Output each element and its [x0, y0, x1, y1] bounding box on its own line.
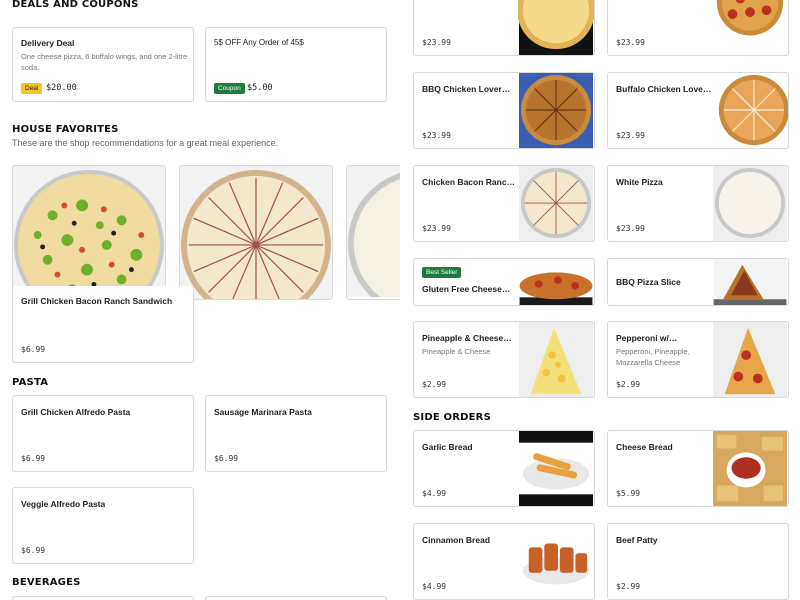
side-price: $2.99 [616, 582, 641, 591]
pizza-title: Pepperoni w/… [616, 333, 678, 343]
coupon-badge: Coupon [214, 83, 245, 94]
pizza-card[interactable]: Pineapple & Cheese… Pineapple & Cheese $… [413, 321, 595, 398]
pizza-thumbnail [518, 322, 594, 397]
side-price: $4.99 [422, 582, 447, 591]
pizza-title: Buffalo Chicken Love… [616, 84, 712, 94]
side-card[interactable]: Garlic Bread $4.99 [413, 430, 595, 507]
pizza-price: $23.99 [616, 131, 645, 140]
pasta-card[interactable]: Grill Chicken Alfredo Pasta $6.99 [12, 395, 194, 472]
pizza-card[interactable]: Best Seller Gluten Free Cheese… [413, 258, 595, 306]
side-thumbnail [518, 431, 594, 506]
pizza-description: Pepperoni, Pineapple, Mozzarella Cheese [616, 347, 690, 367]
pizza-title: BBQ Chicken Lover… [422, 84, 511, 94]
left-column: DEALS AND COUPONS Delivery Deal One chee… [0, 0, 400, 600]
side-title: Garlic Bread [422, 442, 473, 452]
section-title-sides: SIDE ORDERS [413, 412, 491, 423]
coupon-price: $5.00 [247, 83, 273, 93]
side-title: Beef Patty [616, 535, 658, 545]
side-thumbnail [712, 431, 788, 506]
favorite-image-card[interactable] [179, 165, 333, 300]
pizza-title: Chicken Bacon Ranc… [422, 177, 516, 187]
deal-card-delivery[interactable]: Delivery Deal One cheese pizza, 6 buffal… [12, 27, 194, 102]
section-title-favorites: HOUSE FAVORITES [12, 124, 119, 135]
favorite-price: $6.99 [21, 345, 46, 354]
pasta-price: $6.99 [21, 546, 46, 555]
pizza-thumbnail [712, 322, 788, 397]
white-pizza-image [347, 166, 400, 299]
coupon-title: 5$ OFF Any Order of 45$ [214, 38, 304, 47]
beverage-card[interactable] [12, 596, 194, 600]
pizza-thumbnail [712, 73, 788, 148]
best-seller-badge: Best Seller [422, 267, 462, 278]
side-title: Cheese Bread [616, 442, 673, 452]
pizza-card[interactable]: Pepperoni w/… Pepperoni, Pineapple, Mozz… [607, 321, 789, 398]
section-title-beverages: BEVERAGES [12, 577, 81, 588]
pizza-description: Pineapple & Cheese [422, 347, 491, 356]
pizza-card[interactable]: BBQ Chicken Lover… $23.99 [413, 72, 595, 149]
favorite-title: Grill Chicken Bacon Ranch Sandwich [21, 296, 173, 306]
pizza-title: Gluten Free Cheese… [422, 284, 511, 294]
favorite-image-card[interactable] [12, 165, 166, 300]
pasta-title: Sausage Marinara Pasta [214, 407, 312, 417]
veggie-pizza-image [13, 166, 165, 299]
section-title-deals: DEALS AND COUPONS [12, 0, 139, 10]
side-card[interactable]: Cinnamon Bread $4.99 [413, 523, 595, 600]
pizza-price: $2.99 [422, 380, 447, 389]
pasta-price: $6.99 [214, 454, 239, 463]
side-title: Cinnamon Bread [422, 535, 491, 545]
deal-description: One cheese pizza, 6 buffalo wings, and o… [21, 52, 188, 72]
side-card[interactable]: Cheese Bread $5.99 [607, 430, 789, 507]
pizza-thumbnail [712, 0, 788, 55]
pizza-card[interactable]: $23.99 [607, 0, 789, 56]
pizza-card[interactable]: White Pizza $23.99 [607, 165, 789, 242]
favorite-card-sandwich[interactable]: Grill Chicken Bacon Ranch Sandwich $6.99 [12, 286, 194, 363]
pizza-price: $2.99 [616, 380, 641, 389]
pizza-thumbnail [712, 166, 788, 241]
section-subtitle-favorites: These are the shop recommendations for a… [12, 138, 279, 148]
pizza-thumbnail [712, 259, 788, 305]
pizza-price: $23.99 [616, 224, 645, 233]
deal-badge: Deal [21, 83, 43, 94]
pizza-thumbnail [518, 73, 594, 148]
deal-price: $20.00 [46, 83, 77, 93]
pasta-card[interactable]: Sausage Marinara Pasta $6.99 [205, 395, 387, 472]
deal-title: Delivery Deal [21, 38, 75, 48]
pizza-card[interactable]: BBQ Pizza Slice [607, 258, 789, 306]
favorite-image-card[interactable] [346, 165, 400, 300]
pizza-card[interactable]: Chicken Bacon Ranc… $23.99 [413, 165, 595, 242]
pasta-title: Veggie Alfredo Pasta [21, 499, 106, 509]
pizza-price: $23.99 [422, 131, 451, 140]
chicken-ranch-pizza-image [180, 166, 332, 299]
side-price: $5.99 [616, 489, 641, 498]
side-thumbnail [518, 524, 594, 599]
pasta-price: $6.99 [21, 454, 46, 463]
right-column: $23.99 $23.99 BBQ Chicken Lover… $23.99 … [413, 0, 800, 600]
pizza-card[interactable]: $23.99 [413, 0, 595, 56]
pasta-title: Grill Chicken Alfredo Pasta [21, 407, 131, 417]
pasta-card[interactable]: Veggie Alfredo Pasta $6.99 [12, 487, 194, 564]
pizza-price: $23.99 [616, 38, 645, 47]
pizza-price: $23.99 [422, 38, 451, 47]
pizza-title: BBQ Pizza Slice [616, 277, 681, 287]
pizza-thumbnail [518, 0, 594, 55]
pizza-card[interactable]: Buffalo Chicken Love… $23.99 [607, 72, 789, 149]
side-price: $4.99 [422, 489, 447, 498]
pizza-title: Pineapple & Cheese… [422, 333, 512, 343]
pizza-thumbnail [518, 259, 594, 305]
pizza-price: $23.99 [422, 224, 451, 233]
side-card[interactable]: Beef Patty $2.99 [607, 523, 789, 600]
deal-card-coupon[interactable]: 5$ OFF Any Order of 45$ Coupon $5.00 [205, 27, 387, 102]
section-title-pasta: PASTA [12, 377, 49, 388]
pizza-title: White Pizza [616, 177, 663, 187]
pizza-thumbnail [518, 166, 594, 241]
beverage-card[interactable] [205, 596, 387, 600]
